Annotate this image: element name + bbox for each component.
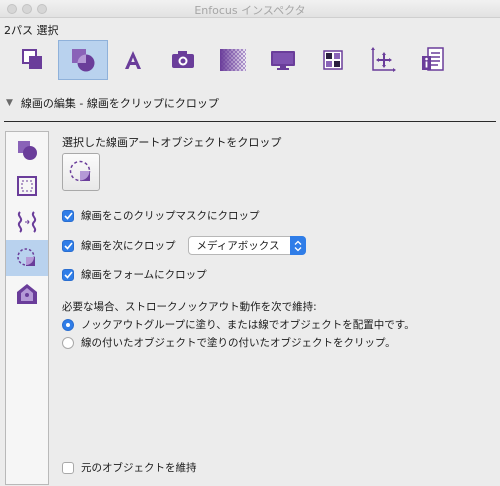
knockout-heading-text: 必要な場合、ストロークノックアウト動作を次で維持: <box>62 301 317 313</box>
keep-original-row[interactable]: 元のオブジェクトを維持 <box>62 460 197 475</box>
tool-transparency[interactable] <box>208 40 258 80</box>
option-label: 線画をこのクリップマスクにクロップ <box>81 210 260 222</box>
text-icon <box>125 51 141 69</box>
radio-clip-filled-object[interactable] <box>62 336 74 349</box>
radio-label: 線の付いたオブジェクトで塗りの付いたオブジェクトをクリップ。 <box>81 337 396 349</box>
checkbox-crop-to-form[interactable] <box>62 268 74 281</box>
checkmark-icon <box>63 241 73 250</box>
tool-document-info[interactable] <box>408 40 458 80</box>
crop-to-clip-icon <box>17 248 35 266</box>
section-title: 線画の編集 - 線画をクリップにクロップ <box>20 97 219 110</box>
checkmark-icon <box>63 270 73 279</box>
tool-clip[interactable] <box>58 40 108 80</box>
option-row-form[interactable]: 線画をフォームにクロップ <box>62 267 207 282</box>
radio-row-clip-fill[interactable]: 線の付いたオブジェクトで塗りの付いたオブジェクトをクリップ。 <box>62 335 396 350</box>
panel-heading: 選択した線画アートオブジェクトをクロップ <box>62 136 282 149</box>
select-arrows-icon <box>289 236 306 255</box>
transparency-icon <box>220 49 246 71</box>
knockout-heading: 必要な場合、ストロークノックアウト動作を次で維持: <box>62 299 317 314</box>
crop-target-value: メディアボックス <box>196 240 280 252</box>
tool-shape[interactable] <box>8 40 58 80</box>
tool-output[interactable] <box>258 40 308 80</box>
clip-icon <box>72 49 95 72</box>
document-info-icon <box>422 47 444 71</box>
position-icon <box>371 47 396 72</box>
side-tab-stroke[interactable] <box>6 204 48 240</box>
crop-action-button[interactable] <box>62 153 100 191</box>
tool-pattern[interactable] <box>308 40 358 80</box>
checkmark-icon <box>63 211 73 220</box>
side-tab-form[interactable] <box>6 276 48 312</box>
title-bar: Enfocus インスペクタ <box>0 0 500 18</box>
radio-label: ノックアウトグループに塗り、または線でオブジェクトを配置中です。 <box>81 319 415 331</box>
crop-target-select[interactable]: メディアボックス <box>187 236 306 255</box>
option-label: 線画をフォームにクロップ <box>81 269 207 281</box>
pattern-icon <box>323 50 343 70</box>
radio-row-knockout-group[interactable]: ノックアウトグループに塗り、または線でオブジェクトを配置中です。 <box>62 317 415 332</box>
monitor-icon <box>271 51 295 70</box>
checkbox-keep-original[interactable] <box>62 461 74 474</box>
section-header[interactable]: ▼ 線画の編集 - 線画をクリップにクロップ <box>6 95 219 111</box>
image-icon <box>172 51 194 68</box>
bounding-box-icon <box>17 176 37 196</box>
window-title: Enfocus インスペクタ <box>194 4 306 17</box>
shape-icon <box>22 49 42 69</box>
stroke-wave-icon <box>17 211 37 233</box>
section-divider <box>4 121 496 122</box>
house-form-icon <box>17 284 37 304</box>
inspector-toolbar <box>8 40 458 80</box>
selection-label: 2パス 選択 <box>4 24 59 37</box>
tool-image[interactable] <box>158 40 208 80</box>
option-row-crop-to[interactable]: 線画を次にクロップ メディアボックス <box>62 236 306 255</box>
tool-text[interactable] <box>108 40 158 80</box>
option-row-clip-mask[interactable]: 線画をこのクリップマスクにクロップ <box>62 208 260 223</box>
option-label: 線画を次にクロップ <box>81 240 176 252</box>
radio-knockout-group[interactable] <box>62 318 74 331</box>
crop-to-clip-large-icon <box>69 160 91 182</box>
side-tab-bar <box>5 131 49 485</box>
side-tab-bounds[interactable] <box>6 168 48 204</box>
keep-original-label: 元のオブジェクトを維持 <box>81 462 197 474</box>
side-tab-crop-to-clip[interactable] <box>6 240 48 276</box>
tool-position[interactable] <box>358 40 408 80</box>
checkbox-crop-to-clip-mask[interactable] <box>62 209 74 222</box>
checkbox-crop-to[interactable] <box>62 239 74 252</box>
disclosure-triangle-icon[interactable]: ▼ <box>6 98 13 108</box>
shape-combine-icon <box>18 141 37 160</box>
side-tab-shape[interactable] <box>6 132 48 168</box>
